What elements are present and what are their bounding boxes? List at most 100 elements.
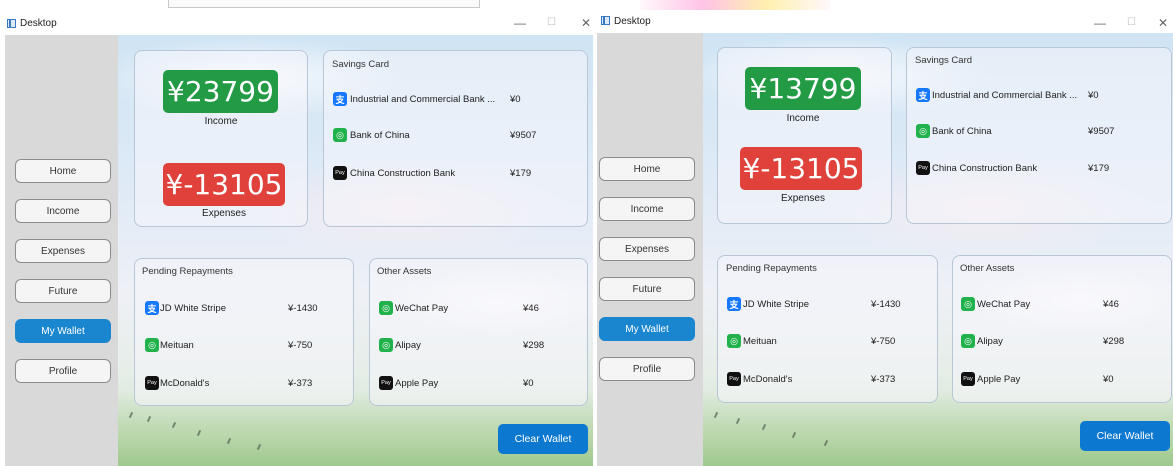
app-icon [7,19,16,28]
nav-profile-button[interactable]: Profile [15,359,111,383]
close-icon[interactable]: ✕ [581,16,591,30]
title-bar: Desktop — ☐ ✕ [0,13,593,35]
green-pay-icon: ◎ [961,297,975,311]
savings-row-value: ¥0 [510,94,521,105]
repayment-row-value: ¥-373 [288,378,313,389]
window-title: Desktop [614,16,651,27]
repayment-row-value: ¥-750 [288,340,313,351]
nav-my-wallet-button[interactable]: My Wallet [15,319,111,343]
screenshot-root: ‹ › Desktop — ☐ ✕ Home Income Expenses F… [0,0,1173,466]
asset-row-value: ¥0 [1103,374,1114,385]
sidebar: Home Income Expenses Future My Wallet Pr… [597,33,703,466]
savings-card-title: Savings Card [332,59,390,70]
close-icon[interactable]: ✕ [1158,16,1168,30]
maximize-icon[interactable]: ☐ [547,16,556,30]
repayment-row-value: ¥-750 [871,336,896,347]
asset-row-value: ¥46 [523,303,539,314]
nav-future-button[interactable]: Future [15,279,111,303]
income-amount: ¥13799 [745,67,861,110]
repayment-row-name: JD White Stripe [160,303,226,314]
other-assets-title: Other Assets [960,263,1015,274]
income-amount: ¥23799 [163,70,278,113]
alipay-icon: 支 [333,92,347,106]
wallet-window: Desktop — ☐ ✕ Home Income Expenses Futur… [0,13,593,466]
other-assets-title: Other Assets [377,266,432,277]
top-strip: ‹ › [0,0,1173,10]
horizontal-scrollbar[interactable]: ‹ › [168,0,480,8]
savings-row-value: ¥179 [510,168,532,179]
expenses-label: Expenses [781,193,825,204]
app-icon [601,16,610,25]
expenses-amount: ¥-13105 [163,163,285,206]
window-title: Desktop [20,18,57,29]
repayment-row-value: ¥-373 [871,374,896,385]
background-blur [640,0,830,10]
nav-home-button[interactable]: Home [599,157,695,181]
repayment-row-name: McDonald's [160,378,210,389]
green-pay-icon: ◎ [333,128,347,142]
nav-my-wallet-button[interactable]: My Wallet [599,317,695,341]
green-pay-icon: ◎ [145,338,159,352]
repayment-row-value: ¥-1430 [871,299,901,310]
nav-income-button[interactable]: Income [15,199,111,223]
apple-pay-icon: Pay [727,372,741,386]
nav-profile-button[interactable]: Profile [599,357,695,381]
income-label: Income [786,113,820,124]
asset-row-name: Apple Pay [977,374,1021,385]
savings-row-name: Industrial and Commercial Bank ... [350,94,496,105]
savings-row-name: Bank of China [932,126,992,137]
savings-row-name: China Construction Bank [932,163,1038,174]
savings-row-name: Bank of China [350,130,410,141]
savings-row-name: Industrial and Commercial Bank ... [932,90,1078,101]
wallet-content: ¥13799 Income ¥-13105 Expenses Savings C… [703,33,1173,466]
apple-pay-icon: Pay [145,376,159,390]
nav-expenses-button[interactable]: Expenses [15,239,111,263]
asset-row-name: Alipay [395,340,421,351]
minimize-icon[interactable]: — [1094,16,1106,30]
title-bar: Desktop — ☐ ✕ [597,13,1173,35]
repayment-row-name: Meituan [160,340,194,351]
nav-income-button[interactable]: Income [599,197,695,221]
savings-card-title: Savings Card [915,55,973,66]
expenses-label: Expenses [202,208,246,219]
asset-row-value: ¥0 [523,378,534,389]
asset-row-name: WeChat Pay [977,299,1031,310]
clear-wallet-button[interactable]: Clear Wallet [1080,421,1170,451]
apple-pay-icon: Pay [379,376,393,390]
repayment-row-name: McDonald's [743,374,793,385]
alipay-icon: 支 [916,88,930,102]
asset-row-value: ¥46 [1103,299,1119,310]
repayment-row-name: Meituan [743,336,777,347]
green-pay-icon: ◎ [379,301,393,315]
expenses-amount: ¥-13105 [740,147,862,190]
wallet-window: Desktop — ☐ ✕ Home Income Expenses Futur… [597,13,1173,466]
green-pay-icon: ◎ [379,338,393,352]
pending-repayments-title: Pending Repayments [726,263,817,274]
alipay-icon: 支 [145,301,159,315]
alipay-icon: 支 [727,297,741,311]
green-pay-icon: ◎ [961,334,975,348]
savings-row-value: ¥0 [1088,90,1099,101]
asset-row-name: Apple Pay [395,378,439,389]
nav-home-button[interactable]: Home [15,159,111,183]
green-pay-icon: ◎ [727,334,741,348]
sidebar: Home Income Expenses Future My Wallet Pr… [5,35,118,466]
pending-repayments-title: Pending Repayments [142,266,233,277]
apple-pay-icon: Pay [961,372,975,386]
savings-row-value: ¥9507 [1088,126,1115,137]
nav-future-button[interactable]: Future [599,277,695,301]
savings-row-value: ¥9507 [510,130,537,141]
asset-row-name: WeChat Pay [395,303,449,314]
green-pay-icon: ◎ [916,124,930,138]
minimize-icon[interactable]: — [514,16,526,30]
apple-pay-icon: Pay [333,166,347,180]
nav-expenses-button[interactable]: Expenses [599,237,695,261]
clear-wallet-button[interactable]: Clear Wallet [498,424,588,454]
maximize-icon[interactable]: ☐ [1127,16,1136,30]
asset-row-name: Alipay [977,336,1003,347]
wallet-content: ¥23799 Income ¥-13105 Expenses Savings C… [118,35,593,466]
income-label: Income [204,116,238,127]
savings-row-value: ¥179 [1088,163,1110,174]
apple-pay-icon: Pay [916,161,930,175]
repayment-row-name: JD White Stripe [743,299,809,310]
